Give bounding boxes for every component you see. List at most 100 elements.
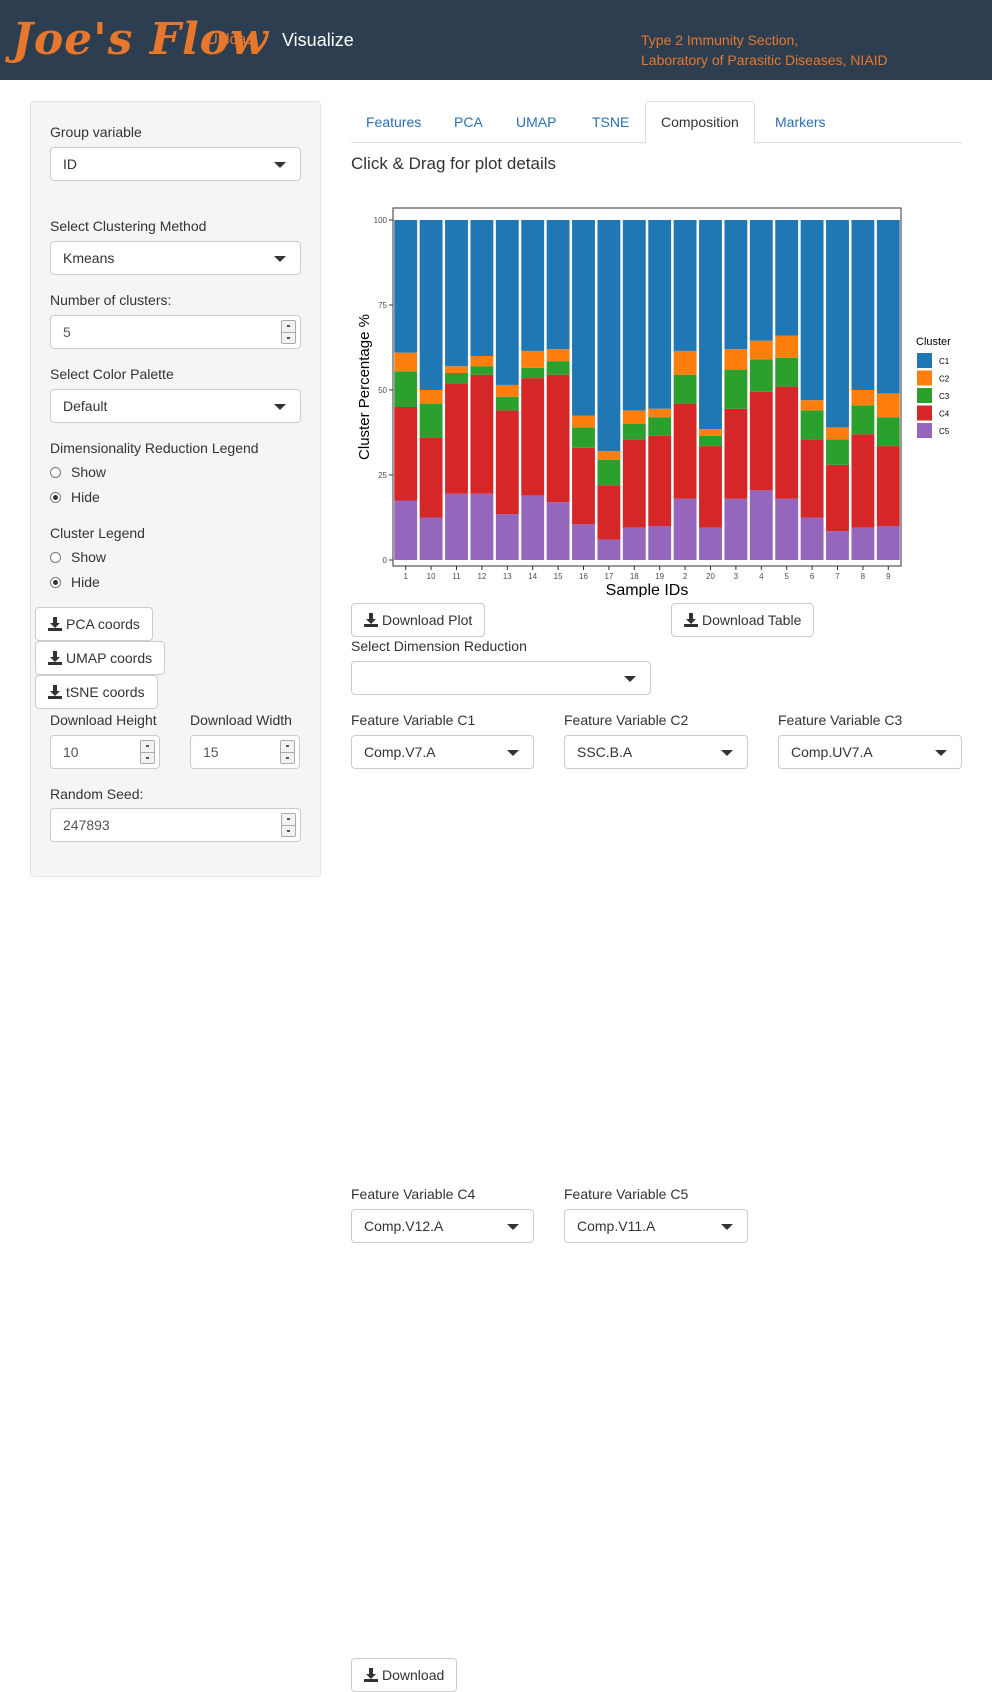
bar-c2-16[interactable] [572,415,595,428]
bar-c4-16[interactable] [572,447,595,525]
bar-c3-19[interactable] [648,417,672,436]
stepper-icon[interactable] [280,740,295,764]
bar-c5-1[interactable] [394,500,418,561]
bar-c3-11[interactable] [445,373,468,384]
tab-pca[interactable]: PCA [439,101,498,143]
bar-c2-1[interactable] [394,352,418,372]
bar-c3-7[interactable] [826,439,849,465]
bar-c3-4[interactable] [749,359,773,392]
bar-c4-4[interactable] [749,391,773,491]
tab-tsne[interactable]: TSNE [577,101,644,143]
bar-c4-17[interactable] [597,485,621,540]
bar-c3-5[interactable] [775,357,799,387]
bar-c4-2[interactable] [673,403,697,499]
bar-c3-6[interactable] [800,410,824,440]
download-height-input[interactable]: 10 [50,735,160,769]
bar-c3-15[interactable] [546,361,570,375]
bar-c4-19[interactable] [648,435,672,526]
bar-c5-4[interactable] [749,490,773,560]
download-width-input[interactable]: 15 [190,735,300,769]
feature-variable-c4-select[interactable]: Comp.V12.A [351,1209,534,1243]
feature-variable-c5-select[interactable]: Comp.V11.A [564,1209,748,1243]
bar-c4-15[interactable] [546,374,570,503]
download-table-button[interactable]: Download Table [671,603,815,637]
bar-c3-13[interactable] [495,396,519,411]
bar-c5-11[interactable] [445,493,468,560]
bar-c3-20[interactable] [699,435,722,447]
bar-c1-14[interactable] [521,220,545,351]
bar-c2-14[interactable] [521,350,545,368]
bar-c4-20[interactable] [699,446,722,528]
radio-unchecked-icon[interactable] [50,552,61,563]
bar-c3-2[interactable] [673,374,697,404]
bar-c2-8[interactable] [851,390,875,406]
bar-c3-16[interactable] [572,427,595,448]
bar-c2-9[interactable] [876,393,900,418]
bar-c1-16[interactable] [572,220,595,416]
bar-c3-14[interactable] [521,367,545,379]
bar-c5-19[interactable] [648,526,672,560]
bar-c3-18[interactable] [622,424,646,440]
bar-c2-7[interactable] [826,427,849,440]
nav-visualize[interactable]: Visualize [282,28,354,52]
bar-c1-10[interactable] [419,220,443,390]
download-umap-coords-button[interactable]: UMAP coords [35,641,166,675]
feature-variable-c1-select[interactable]: Comp.V7.A [351,735,534,769]
nav-upload[interactable]: Upload [207,28,255,52]
radio-unchecked-icon[interactable] [50,467,61,478]
bar-c2-13[interactable] [495,384,519,397]
clustering-method-select[interactable]: Kmeans [50,241,301,275]
bar-c2-20[interactable] [699,429,722,436]
bar-c1-17[interactable] [597,220,621,452]
bar-c4-12[interactable] [470,374,494,494]
bar-c5-6[interactable] [800,517,824,561]
bar-c5-17[interactable] [597,539,621,560]
stepper-icon[interactable] [281,813,296,837]
bar-c4-5[interactable] [775,386,799,499]
feature-variable-c2-select[interactable]: SSC.B.A [564,735,748,769]
cluster-composition-chart[interactable]: 0 25 50 75 100 1 10 11 12 13 14 15 16 17 18 19 2 20 3 4 5 6 7… [351,193,962,597]
tab-composition[interactable]: Composition [645,101,755,144]
bar-c5-5[interactable] [775,498,799,560]
bar-c5-18[interactable] [622,527,646,560]
bar-c5-3[interactable] [724,498,748,560]
bar-c1-7[interactable] [826,220,849,428]
bar-c5-2[interactable] [673,498,697,560]
radio-checked-icon[interactable] [50,492,61,503]
bar-c3-12[interactable] [470,366,494,375]
bar-c2-4[interactable] [749,340,773,360]
bar-c1-4[interactable] [749,220,773,341]
bar-c2-12[interactable] [470,356,494,367]
download-button[interactable]: Download [351,1658,458,1692]
bar-c2-5[interactable] [775,335,799,358]
bar-c4-3[interactable] [724,408,748,499]
bar-c1-13[interactable] [495,220,519,385]
bar-c4-13[interactable] [495,410,519,515]
bar-c2-10[interactable] [419,390,443,404]
bar-c4-18[interactable] [622,439,646,528]
bar-c1-9[interactable] [876,220,900,394]
tab-features[interactable]: Features [351,101,436,143]
radio-checked-icon[interactable] [50,577,61,588]
bar-c1-8[interactable] [851,220,875,390]
tab-markers[interactable]: Markers [760,101,841,143]
bar-c3-8[interactable] [851,405,875,435]
bar-c4-10[interactable] [419,437,443,518]
bar-c2-2[interactable] [673,350,697,375]
bar-c5-14[interactable] [521,495,545,560]
bar-c5-16[interactable] [572,524,595,560]
bar-c3-10[interactable] [419,403,443,438]
bar-c1-11[interactable] [445,220,468,367]
bar-c1-15[interactable] [546,220,570,350]
download-pca-coords-button[interactable]: PCA coords [35,607,153,641]
bar-c1-19[interactable] [648,220,672,409]
bar-c1-18[interactable] [622,220,646,411]
group-variable-select[interactable]: ID [50,147,301,181]
bar-c4-11[interactable] [445,383,468,494]
download-tsne-coords-button[interactable]: tSNE coords [35,675,158,709]
bar-c1-2[interactable] [673,220,697,351]
download-plot-button[interactable]: Download Plot [351,603,486,637]
bar-c5-7[interactable] [826,531,849,560]
bar-c2-3[interactable] [724,349,748,370]
bar-c3-1[interactable] [394,371,418,407]
